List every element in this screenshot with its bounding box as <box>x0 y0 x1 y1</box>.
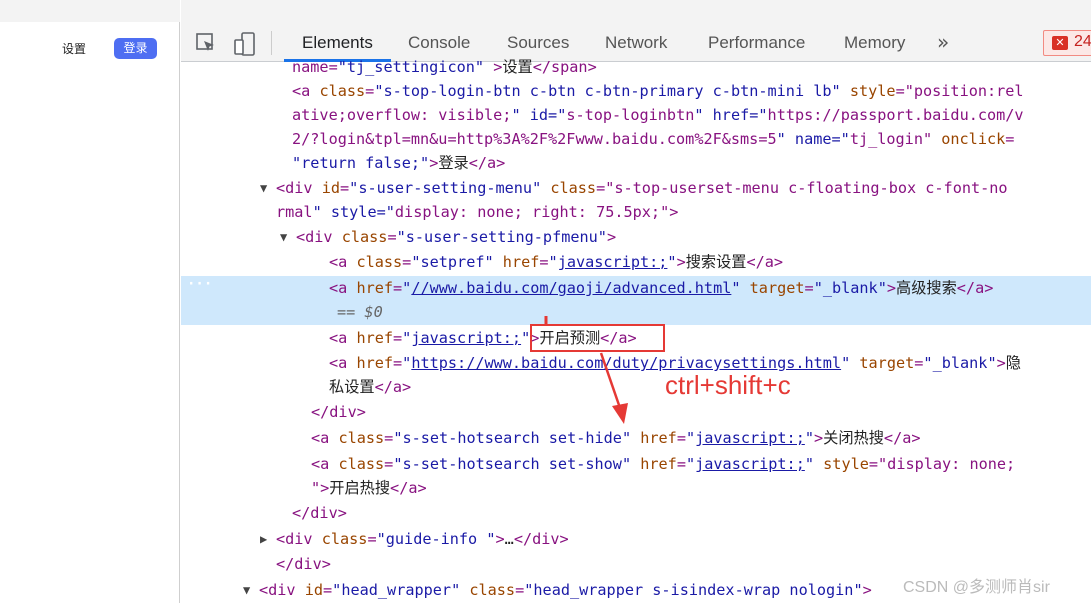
shortcut-annotation: ctrl+shift+c <box>665 370 791 400</box>
annotation-arrow-icon <box>544 316 628 424</box>
watermark: CSDN @多测师肖sir <box>903 579 1050 596</box>
